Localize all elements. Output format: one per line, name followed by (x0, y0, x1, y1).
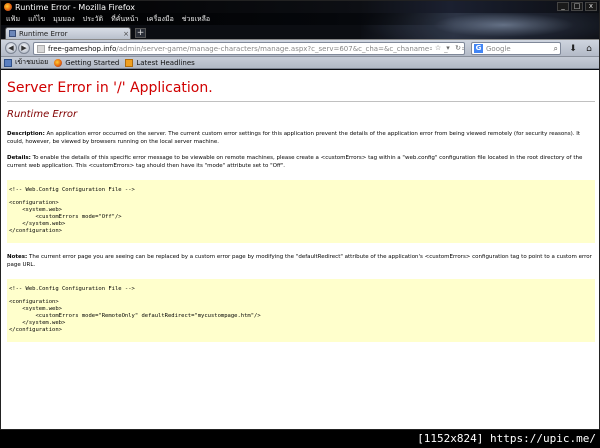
details-text: To enable the details of this specific e… (7, 155, 583, 169)
code-line: <customErrors mode="RemoteOnly" defaultR… (9, 313, 261, 319)
code-line: </configuration> (9, 228, 62, 234)
search-bar[interactable]: G Google ⌕ (471, 42, 561, 55)
description-label: Description: (7, 131, 45, 137)
bookmark-label: Getting Started (65, 58, 120, 67)
code-comment: <!-- Web.Config Configuration File --> (9, 187, 135, 193)
url-path: /admin/server-game/manage-characters/man… (116, 44, 464, 53)
firefox-bookmark-icon (54, 58, 63, 67)
google-engine-icon[interactable]: G (474, 44, 483, 53)
tab-label: Runtime Error (19, 29, 68, 38)
code-line: </configuration> (9, 327, 62, 333)
firefox-window: Runtime Error - Mozilla Firefox _ □ x แฟ… (0, 0, 600, 430)
menu-bookmarks[interactable]: ที่คั่นหน้า (111, 14, 138, 25)
firefox-icon[interactable] (4, 3, 12, 11)
menu-edit[interactable]: แก้ไข (28, 14, 45, 25)
url-bar-icons: ☆ ▾ ↻ (432, 44, 462, 52)
code-line: <system.web> (9, 207, 62, 213)
notes-paragraph: Notes: The current error page you are se… (7, 253, 593, 269)
bookmarks-toolbar: เข้าชมบ่อย Getting Started Latest Headli… (1, 57, 599, 69)
url-bar[interactable]: free-gameshop.info /admin/server-game/ma… (33, 42, 465, 55)
window-title: Runtime Error - Mozilla Firefox (15, 2, 136, 12)
description-paragraph: Description: An application error occurr… (7, 130, 593, 146)
reload-icon[interactable]: ↻ (454, 44, 462, 52)
description-text: An application error occurred on the ser… (7, 131, 580, 145)
bookmark-label: เข้าชมบ่อย (15, 58, 49, 66)
close-tab-icon[interactable]: × (122, 30, 130, 38)
code-block-remoteonly: <!-- Web.Config Configuration File --> <… (7, 279, 595, 342)
forward-button[interactable]: ▶ (18, 42, 30, 54)
tab-strip: Runtime Error × + (1, 27, 599, 39)
site-identity-icon[interactable] (37, 44, 45, 53)
dropdown-arrow-icon[interactable]: ▾ (444, 44, 452, 52)
close-window-button[interactable]: x (585, 2, 597, 11)
star-bookmark-icon[interactable]: ☆ (434, 44, 442, 52)
navigation-toolbar: ◀ ▶ free-gameshop.info /admin/server-gam… (1, 39, 599, 57)
bookmark-most-visited[interactable]: เข้าชมบ่อย (4, 57, 48, 68)
menu-bar: แฟ้ม แก้ไข มุมมอง ประวัติ ที่คั่นหน้า เค… (1, 13, 599, 25)
maximize-button[interactable]: □ (571, 2, 583, 11)
most-visited-icon (4, 58, 12, 67)
watermark-strip: [1152x824] https://upic.me/ (0, 430, 600, 448)
page-favicon-icon (9, 30, 16, 37)
code-line: <configuration> (9, 299, 59, 305)
error-subtitle: Runtime Error (7, 109, 78, 120)
notes-text: The current error page you are seeing ca… (7, 254, 592, 268)
menu-history[interactable]: ประวัติ (83, 14, 103, 25)
bookmark-getting-started[interactable]: Getting Started (54, 58, 120, 67)
home-icon[interactable]: ⌂ (583, 43, 595, 55)
menu-help[interactable]: ช่วยเหลือ (182, 14, 210, 25)
bookmark-label: Latest Headlines (136, 58, 195, 67)
tab-runtime-error[interactable]: Runtime Error × (5, 27, 131, 39)
search-icon[interactable]: ⌕ (554, 44, 558, 54)
notes-label: Notes: (7, 254, 28, 260)
code-line: </system.web> (9, 320, 66, 326)
new-tab-button[interactable]: + (135, 28, 146, 38)
code-comment: <!-- Web.Config Configuration File --> (9, 286, 135, 292)
watermark-text: [1152x824] https://upic.me/ (417, 432, 596, 445)
url-host: free-gameshop.info (48, 44, 117, 53)
menu-view[interactable]: มุมมอง (53, 14, 74, 25)
rss-feed-icon (125, 58, 134, 67)
code-line: <system.web> (9, 306, 62, 312)
window-controls: _ □ x (557, 2, 597, 11)
details-label: Details: (7, 155, 31, 161)
download-icon[interactable]: ⬇ (567, 43, 579, 55)
code-line: <configuration> (9, 200, 59, 206)
menu-tools[interactable]: เครื่องมือ (147, 14, 174, 25)
minimize-button[interactable]: _ (557, 2, 569, 11)
code-line: </system.web> (9, 221, 66, 227)
page-title: Server Error in '/' Application. (7, 80, 595, 102)
code-line: <customErrors mode="Off"/> (9, 214, 122, 220)
code-block-off: <!-- Web.Config Configuration File --> <… (7, 180, 595, 243)
bookmark-latest-headlines[interactable]: Latest Headlines (125, 58, 195, 67)
details-paragraph: Details: To enable the details of this s… (7, 154, 593, 170)
menu-file[interactable]: แฟ้ม (6, 14, 20, 25)
back-button[interactable]: ◀ (5, 42, 17, 54)
title-bar: Runtime Error - Mozilla Firefox _ □ x (1, 1, 599, 13)
page-content: Server Error in '/' Application. Runtime… (1, 70, 599, 429)
search-placeholder: Google (486, 44, 511, 53)
